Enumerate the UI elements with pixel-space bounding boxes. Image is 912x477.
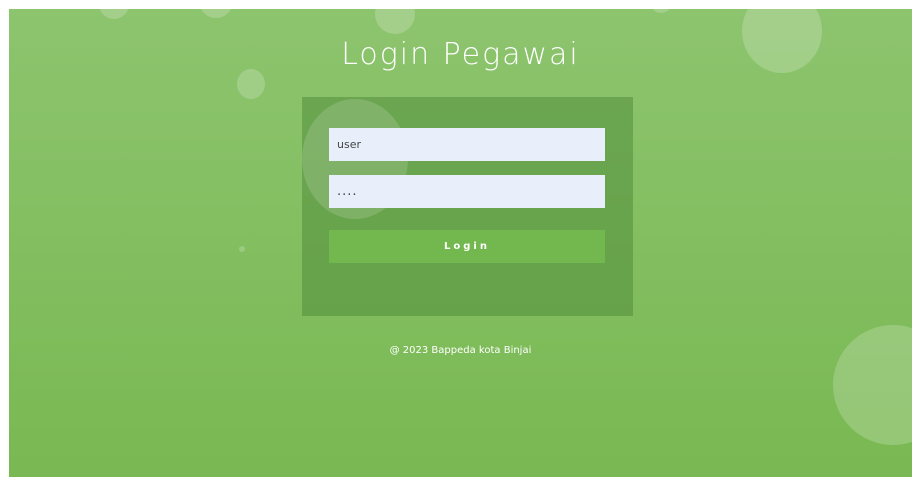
login-panel: Login <box>302 97 633 316</box>
decorative-bubble <box>833 325 912 445</box>
footer-copyright: @ 2023 Bappeda kota Binjai <box>389 345 532 356</box>
login-page: Login Pegawai Login @ 2023 Bappeda kota … <box>9 9 912 477</box>
decorative-bubble <box>239 246 245 252</box>
username-input[interactable] <box>329 128 605 161</box>
decorative-bubble <box>237 69 265 99</box>
login-button[interactable]: Login <box>329 230 605 263</box>
decorative-bubble <box>99 9 129 19</box>
password-input[interactable] <box>329 175 605 208</box>
decorative-bubble <box>375 9 415 34</box>
page-title: Login Pegawai <box>341 37 580 72</box>
decorative-bubble <box>199 9 233 18</box>
decorative-bubble <box>652 9 670 13</box>
